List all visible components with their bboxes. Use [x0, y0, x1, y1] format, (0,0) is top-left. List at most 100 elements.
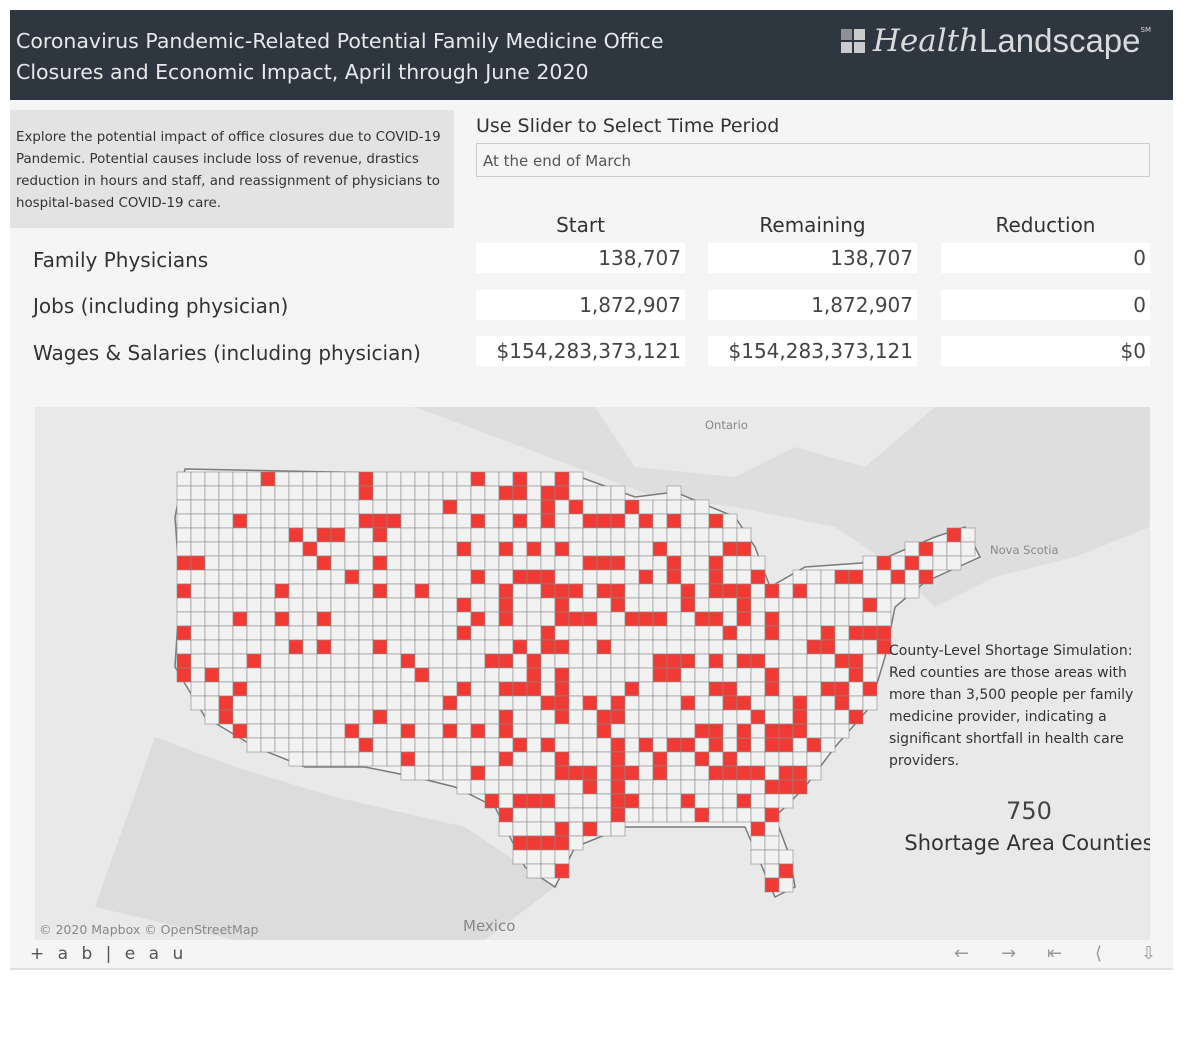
- shortage-county[interactable]: [848, 709, 864, 725]
- county[interactable]: [400, 583, 416, 599]
- county[interactable]: [582, 541, 598, 557]
- county[interactable]: [680, 709, 696, 725]
- county[interactable]: [260, 723, 276, 739]
- shortage-county[interactable]: [764, 611, 780, 627]
- county[interactable]: [540, 541, 556, 557]
- county[interactable]: [862, 695, 878, 711]
- county[interactable]: [218, 583, 234, 599]
- county[interactable]: [638, 793, 654, 809]
- county[interactable]: [414, 709, 430, 725]
- county[interactable]: [484, 681, 500, 697]
- shortage-county[interactable]: [792, 723, 808, 739]
- county[interactable]: [722, 793, 738, 809]
- shortage-county[interactable]: [456, 681, 472, 697]
- county[interactable]: [218, 541, 234, 557]
- county[interactable]: [204, 597, 220, 613]
- county[interactable]: [582, 709, 598, 725]
- county[interactable]: [204, 555, 220, 571]
- county[interactable]: [498, 639, 514, 655]
- county[interactable]: [610, 821, 626, 837]
- shortage-county[interactable]: [848, 625, 864, 641]
- shortage-county[interactable]: [512, 793, 528, 809]
- county[interactable]: [568, 737, 584, 753]
- county[interactable]: [386, 485, 402, 501]
- county[interactable]: [260, 695, 276, 711]
- shortage-county[interactable]: [610, 807, 626, 823]
- shortage-county[interactable]: [372, 513, 388, 529]
- county[interactable]: [498, 737, 514, 753]
- county[interactable]: [568, 681, 584, 697]
- shortage-county[interactable]: [764, 681, 780, 697]
- shortage-county[interactable]: [638, 737, 654, 753]
- county[interactable]: [526, 765, 542, 781]
- county[interactable]: [792, 639, 808, 655]
- county[interactable]: [316, 737, 332, 753]
- county[interactable]: [666, 723, 682, 739]
- shortage-county[interactable]: [176, 555, 192, 571]
- county[interactable]: [204, 611, 220, 627]
- county[interactable]: [820, 723, 836, 739]
- county[interactable]: [498, 527, 514, 543]
- shortage-county[interactable]: [820, 681, 836, 697]
- county[interactable]: [596, 821, 612, 837]
- shortage-county[interactable]: [666, 737, 682, 753]
- county[interactable]: [428, 527, 444, 543]
- county[interactable]: [694, 625, 710, 641]
- county[interactable]: [288, 569, 304, 585]
- county[interactable]: [316, 723, 332, 739]
- shortage-county[interactable]: [456, 597, 472, 613]
- county[interactable]: [190, 695, 206, 711]
- shortage-county[interactable]: [456, 541, 472, 557]
- county[interactable]: [428, 583, 444, 599]
- county[interactable]: [792, 681, 808, 697]
- shortage-county[interactable]: [176, 583, 192, 599]
- shortage-county[interactable]: [540, 499, 556, 515]
- county[interactable]: [596, 765, 612, 781]
- county[interactable]: [848, 639, 864, 655]
- shortage-county[interactable]: [610, 597, 626, 613]
- county[interactable]: [694, 639, 710, 655]
- county[interactable]: [316, 471, 332, 487]
- county[interactable]: [722, 527, 738, 543]
- county[interactable]: [582, 667, 598, 683]
- county[interactable]: [652, 779, 668, 795]
- county[interactable]: [638, 541, 654, 557]
- county[interactable]: [540, 751, 556, 767]
- county[interactable]: [414, 555, 430, 571]
- county[interactable]: [414, 569, 430, 585]
- county[interactable]: [806, 709, 822, 725]
- county[interactable]: [470, 583, 486, 599]
- county[interactable]: [526, 471, 542, 487]
- shortage-county[interactable]: [638, 513, 654, 529]
- county[interactable]: [526, 485, 542, 501]
- shortage-county[interactable]: [904, 555, 920, 571]
- county[interactable]: [246, 499, 262, 515]
- county[interactable]: [526, 821, 542, 837]
- county[interactable]: [666, 499, 682, 515]
- county[interactable]: [288, 471, 304, 487]
- county[interactable]: [246, 611, 262, 627]
- county[interactable]: [470, 625, 486, 641]
- county[interactable]: [484, 555, 500, 571]
- county[interactable]: [260, 485, 276, 501]
- county[interactable]: [344, 639, 360, 655]
- county[interactable]: [456, 485, 472, 501]
- county[interactable]: [750, 807, 766, 823]
- shortage-county[interactable]: [540, 737, 556, 753]
- county[interactable]: [176, 541, 192, 557]
- county[interactable]: [232, 709, 248, 725]
- county[interactable]: [694, 681, 710, 697]
- county[interactable]: [400, 611, 416, 627]
- county[interactable]: [176, 527, 192, 543]
- county[interactable]: [316, 597, 332, 613]
- county[interactable]: [526, 513, 542, 529]
- shortage-county[interactable]: [876, 625, 892, 641]
- county[interactable]: [708, 597, 724, 613]
- county[interactable]: [288, 737, 304, 753]
- county[interactable]: [638, 765, 654, 781]
- shortage-county[interactable]: [792, 765, 808, 781]
- county[interactable]: [848, 583, 864, 599]
- county-map[interactable]: Ontario Nova Scotia Mexico © 2020 Mapbox…: [35, 407, 1150, 940]
- shortage-county[interactable]: [498, 681, 514, 697]
- county[interactable]: [386, 583, 402, 599]
